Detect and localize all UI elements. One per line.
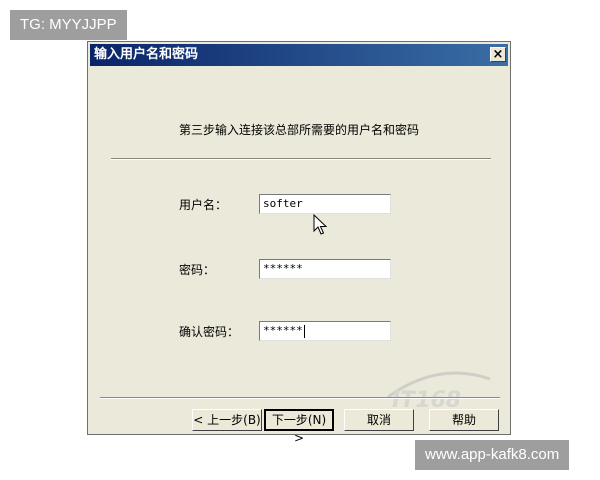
username-value: softer — [263, 197, 303, 210]
confirm-password-label: 确认密码： — [179, 325, 240, 339]
credentials-dialog: 输入用户名和密码 × 第三步输入连接该总部所需要的用户名和密码 用户名： sof… — [87, 41, 511, 445]
top-divider — [111, 158, 491, 160]
back-button[interactable]: < 上一步(B) — [192, 409, 262, 431]
next-button[interactable]: 下一步(N) > — [264, 409, 334, 445]
step-description: 第三步输入连接该总部所需要的用户名和密码 — [178, 123, 419, 137]
confirm-password-input[interactable]: ****** — [259, 321, 391, 341]
corner-tag: TG: MYYJJPP — [10, 10, 127, 40]
bottom-divider — [100, 397, 500, 399]
dialog-titlebar: 输入用户名和密码 × — [90, 44, 508, 66]
username-label: 用户名： — [179, 198, 228, 212]
password-input[interactable]: ****** — [259, 259, 391, 279]
close-icon: × — [492, 47, 504, 62]
password-value: ****** — [263, 262, 303, 275]
text-caret — [303, 324, 305, 338]
cancel-button[interactable]: 取消 — [344, 409, 414, 431]
help-button[interactable]: 帮助 — [429, 409, 499, 431]
confirm-password-value: ****** — [263, 324, 303, 337]
username-input[interactable]: softer — [259, 194, 391, 214]
password-label: 密码： — [179, 263, 216, 277]
mouse-pointer-icon — [313, 214, 327, 235]
dialog-title: 输入用户名和密码 — [94, 47, 199, 62]
it168-watermark: IT168 — [387, 371, 491, 413]
footer-tag: www.app-kafk8.com — [415, 440, 570, 470]
close-button[interactable]: × — [490, 47, 506, 62]
